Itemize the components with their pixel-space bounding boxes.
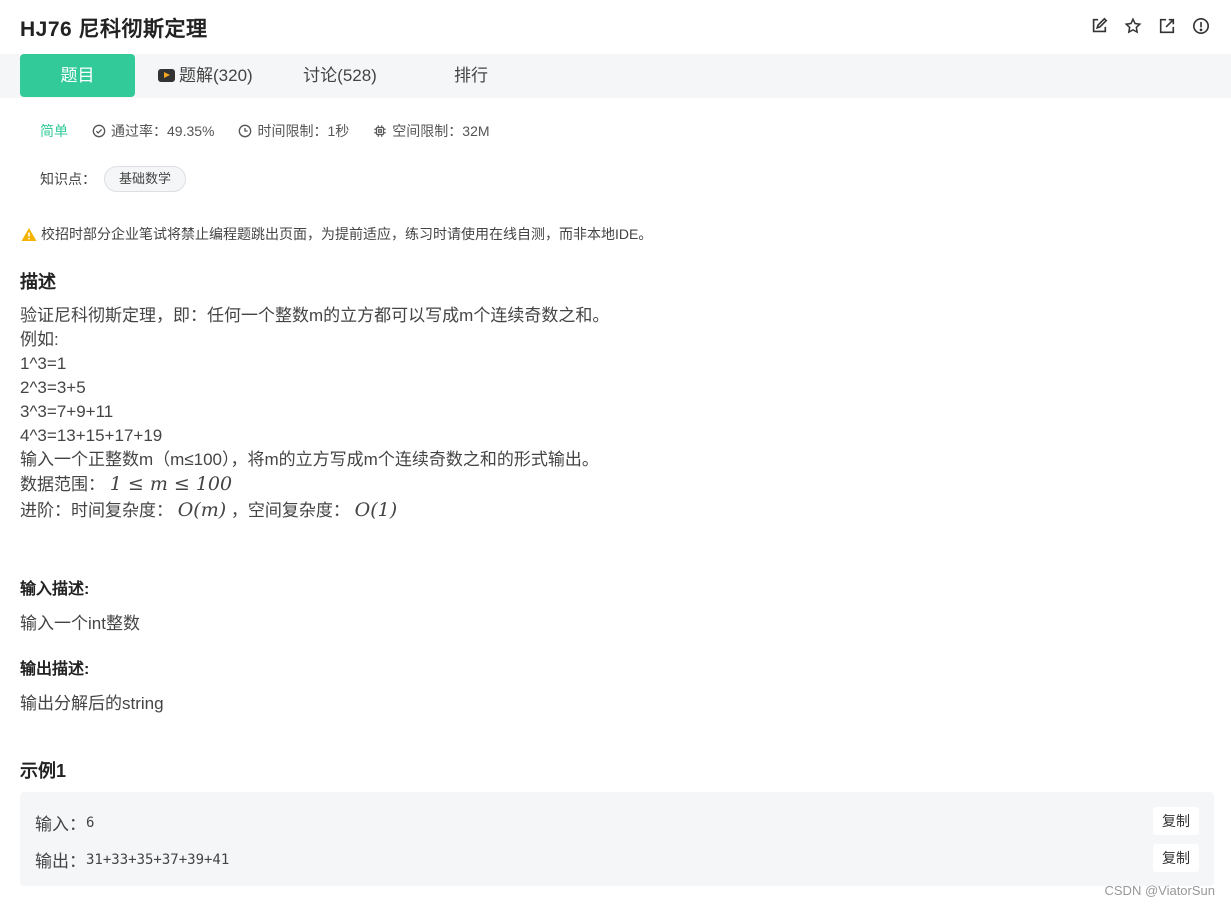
description-line: 例如: <box>20 330 59 349</box>
pass-rate-text: 通过率：49.35% <box>111 123 215 139</box>
copy-input-button[interactable]: 复制 <box>1153 807 1199 835</box>
description-line: 3^3=7+9+11 <box>20 402 114 421</box>
edit-icon[interactable] <box>1089 16 1109 36</box>
output-description-heading: 输出描述: <box>20 661 90 678</box>
tab-solutions-label: 题解(320) <box>179 66 253 85</box>
problem-header: HJ76 尼科彻斯定理 <box>0 0 1231 54</box>
description-line: 验证尼科彻斯定理，即：任何一个整数m的立方都可以写成m个连续奇数之和。 <box>20 306 610 325</box>
advanced-label: 进阶：时间复杂度： <box>20 501 173 520</box>
time-complexity: O(m) <box>177 499 227 521</box>
tab-bar: 题目 题解(320) 讨论(528) 排行 <box>0 54 1231 98</box>
data-range-line: 数据范围： 1 ≤ m ≤ 100 <box>20 472 609 496</box>
share-icon[interactable] <box>1157 16 1177 36</box>
example-output-label: 输出： <box>35 852 86 871</box>
space-complexity: O(1) <box>354 499 398 521</box>
header-actions <box>1089 16 1211 36</box>
example-input-row: 输入： 6 <box>35 810 94 835</box>
knowledge-label: 知识点： <box>40 171 96 187</box>
warning-icon <box>21 227 37 241</box>
tab-discussion[interactable]: 讨论(528) <box>300 54 380 97</box>
description-line: 2^3=3+5 <box>20 378 86 397</box>
chip-icon <box>374 125 386 137</box>
page-title: HJ76 尼科彻斯定理 <box>20 18 208 41</box>
clock-icon <box>239 124 252 138</box>
difficulty-badge: 简单 <box>40 123 68 139</box>
example-input-label: 输入： <box>35 815 86 834</box>
check-circle-icon <box>92 124 106 138</box>
example-output-row: 输出： 31+33+35+37+39+41 <box>35 847 229 872</box>
description-line: 4^3=13+15+17+19 <box>20 426 163 445</box>
problem-meta: 简单 通过率：49.35% 时间限制：1秒 空间限制：32M <box>40 122 514 140</box>
example-input-value: 6 <box>86 814 95 831</box>
pass-rate: 通过率：49.35% <box>92 121 214 141</box>
example-output-value: 31+33+35+37+39+41 <box>86 851 230 868</box>
warning-notice: 校招时部分企业笔试将禁止编程题跳出页面，为提前适应，练习时请使用在线自测，而非本… <box>21 224 652 244</box>
video-icon <box>158 69 175 82</box>
input-description-heading: 输入描述: <box>20 581 90 598</box>
tab-solutions[interactable]: 题解(320) <box>158 54 262 97</box>
description-line: 1^3=1 <box>20 354 67 373</box>
warning-text: 校招时部分企业笔试将禁止编程题跳出页面，为提前适应，练习时请使用在线自测，而非本… <box>41 226 653 242</box>
tab-problem[interactable]: 题目 <box>20 54 135 97</box>
copy-output-button[interactable]: 复制 <box>1153 844 1199 872</box>
time-limit: 时间限制：1秒 <box>238 121 349 141</box>
knowledge-tag[interactable]: 基础数学 <box>104 166 187 192</box>
watermark: CSDN @ViatorSun <box>1104 883 1216 898</box>
knowledge-points: 知识点： 基础数学 <box>40 166 187 192</box>
example-heading: 示例1 <box>20 761 67 781</box>
star-icon[interactable] <box>1123 16 1143 36</box>
description-line: 输入一个正整数m（m≤100），将m的立方写成m个连续奇数之和的形式输出。 <box>20 450 599 469</box>
space-limit: 空间限制：32M <box>373 121 490 141</box>
range-math: 1 ≤ m ≤ 100 <box>109 473 233 495</box>
range-label: 数据范围： <box>20 475 105 494</box>
tab-ranking[interactable]: 排行 <box>451 54 491 97</box>
description-body: 验证尼科彻斯定理，即：任何一个整数m的立方都可以写成m个连续奇数之和。 例如: … <box>20 304 609 522</box>
space-limit-text: 空间限制：32M <box>392 123 490 139</box>
space-label: ，空间复杂度： <box>230 501 350 520</box>
example-box: 输入： 6 复制 输出： 31+33+35+37+39+41 复制 <box>20 792 1214 886</box>
output-description-text: 输出分解后的string <box>20 694 164 713</box>
description-heading: 描述 <box>20 272 56 292</box>
complexity-line: 进阶：时间复杂度： O(m) ，空间复杂度： O(1) <box>20 498 609 522</box>
time-limit-text: 时间限制：1秒 <box>257 123 350 139</box>
info-icon[interactable] <box>1191 16 1211 36</box>
input-description-text: 输入一个int整数 <box>20 614 140 633</box>
